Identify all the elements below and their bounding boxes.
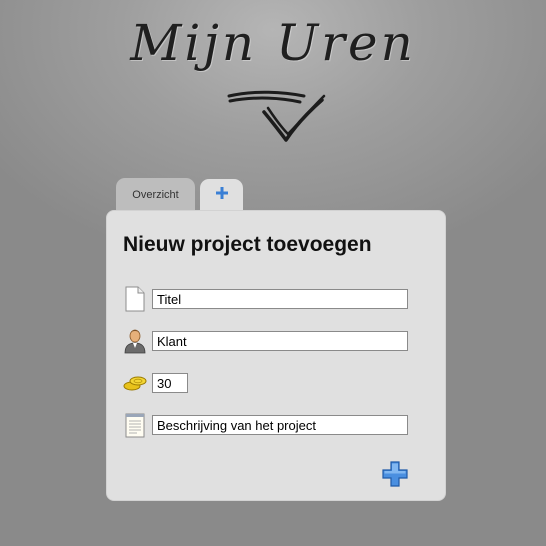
page-title: Nieuw project toevoegen: [123, 233, 372, 256]
tab-overzicht[interactable]: Overzicht: [116, 178, 195, 212]
notepad-icon: [125, 413, 145, 438]
hours-input[interactable]: [152, 373, 188, 393]
title-input[interactable]: [152, 289, 408, 309]
app-logo: Mijn Uren: [130, 14, 416, 72]
description-input[interactable]: [152, 415, 408, 435]
plus-icon: [215, 187, 228, 199]
arrow-down-icon: [227, 90, 326, 142]
new-project-panel: Nieuw project toevoegen: [106, 210, 446, 501]
add-plus-icon[interactable]: [382, 461, 408, 487]
document-icon: [125, 286, 145, 312]
coins-icon: [123, 376, 147, 391]
user-icon: [124, 329, 146, 354]
client-input[interactable]: [152, 331, 408, 351]
